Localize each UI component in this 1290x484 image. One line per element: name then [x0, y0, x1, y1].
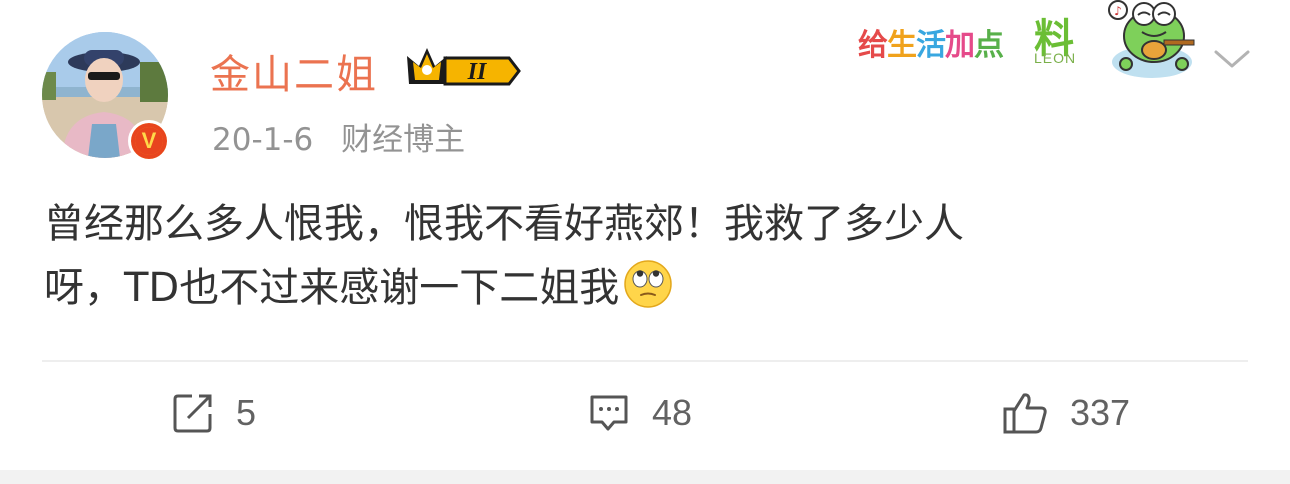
level-badge-text: II	[467, 59, 488, 85]
repost-count: 5	[236, 392, 257, 433]
sticker-leon-text: LEON	[1034, 50, 1077, 66]
bottom-separator	[0, 470, 1290, 484]
post-text: 曾经那么多人恨我，恨我不看好燕郊！我救了多少人 呀，TD也不过来感谢一下二姐我	[44, 192, 1204, 320]
repost-icon	[173, 394, 212, 433]
decorative-sticker: 给生活加点 料 LEON ♪	[856, 0, 1206, 86]
like-button[interactable]: 337	[1002, 388, 1130, 438]
post-text-line-2: 呀，TD也不过来感谢一下二姐我	[44, 256, 1204, 320]
post-text-line-1: 曾经那么多人恨我，恨我不看好燕郊！我救了多少人	[44, 201, 964, 247]
svg-text:♪: ♪	[1114, 4, 1122, 18]
comment-button[interactable]: 48	[588, 388, 692, 438]
like-count: 337	[1070, 392, 1131, 433]
comment-icon	[590, 395, 628, 431]
divider	[42, 360, 1248, 362]
author-name[interactable]: 金山二姐	[210, 42, 378, 100]
verified-badge-icon: V	[128, 120, 170, 162]
eye-roll-emoji-icon	[624, 260, 672, 308]
thumbs-up-icon	[1003, 393, 1047, 434]
author-category: 财经博主	[341, 122, 466, 158]
sticker-text: 给生活加点	[858, 28, 1004, 63]
crown-level-badge-icon[interactable]: II	[405, 44, 523, 90]
frog-guitar-icon: ♪	[1108, 0, 1195, 78]
post-date: 20-1-6	[212, 122, 314, 158]
chevron-down-icon[interactable]	[1212, 44, 1252, 74]
repost-button[interactable]: 5	[172, 388, 256, 438]
comment-count: 48	[652, 392, 693, 433]
weibo-post-card: V 金山二姐 II 20-1-6 财经博主 给生活加点 料 LEON ♪ 曾经那…	[0, 0, 1290, 470]
post-meta: 20-1-6 财经博主	[212, 114, 465, 159]
